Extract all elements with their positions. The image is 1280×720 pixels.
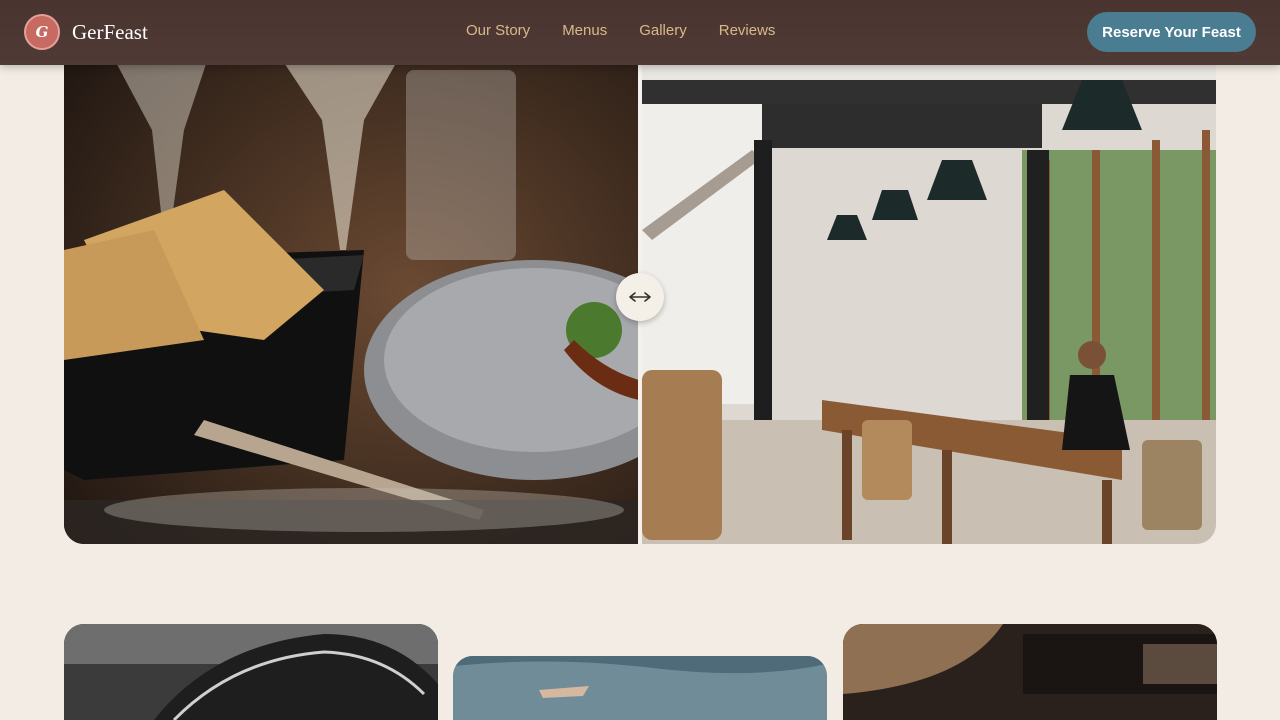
warm-food-closeup-image: [843, 624, 1217, 720]
brand-logo: G: [24, 14, 60, 50]
reserve-button[interactable]: Reserve Your Feast: [1087, 12, 1256, 52]
nav-gallery[interactable]: Gallery: [639, 22, 687, 39]
restaurant-interior-illustration: [642, 40, 1216, 544]
restaurant-interior-image: [642, 40, 1216, 544]
dining-table-illustration: [64, 40, 638, 544]
compare-handle[interactable]: [616, 273, 664, 321]
compare-arrows-icon: [629, 292, 651, 302]
nav-reviews[interactable]: Reviews: [719, 22, 776, 39]
dining-table-image: [64, 40, 638, 544]
image-compare: [64, 40, 1216, 544]
main-nav: Our Story Menus Gallery Reviews: [466, 22, 775, 39]
site-header: G GerFeast Our Story Menus Gallery Revie…: [0, 0, 1280, 65]
brand-name: GerFeast: [72, 19, 148, 44]
nav-menus[interactable]: Menus: [562, 22, 607, 39]
gallery-card[interactable]: [64, 624, 438, 720]
gallery-card[interactable]: [453, 656, 827, 720]
gallery-card[interactable]: [843, 624, 1217, 720]
sky-landscape-image: [453, 656, 827, 720]
nav-our-story[interactable]: Our Story: [466, 22, 530, 39]
grayscale-hands-image: [64, 624, 438, 720]
brand[interactable]: G GerFeast: [24, 14, 148, 50]
